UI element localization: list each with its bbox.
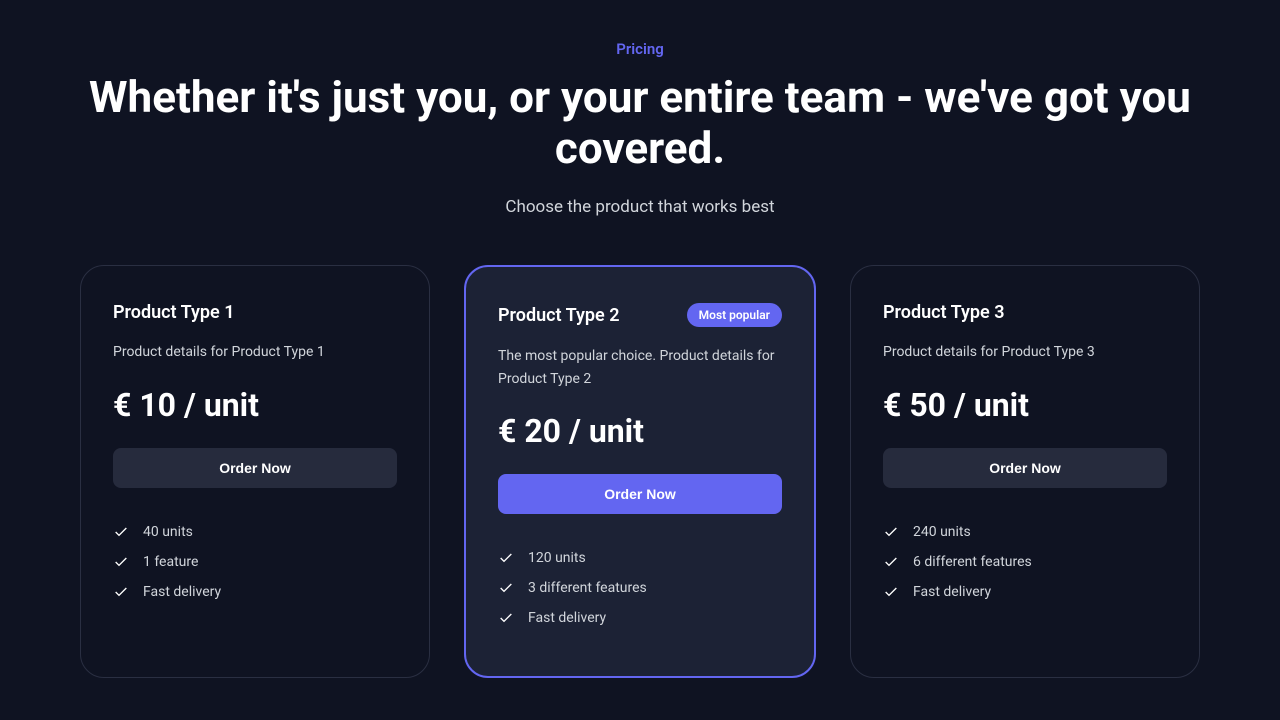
check-icon — [113, 584, 129, 600]
feature-item: Fast delivery — [498, 610, 782, 626]
card-description: Product details for Product Type 1 — [113, 341, 397, 363]
most-popular-badge: Most popular — [687, 303, 782, 327]
feature-list: 40 units 1 feature Fast delivery — [113, 524, 397, 600]
feature-item: 1 feature — [113, 554, 397, 570]
check-icon — [498, 610, 514, 626]
pricing-card-1: Product Type 1 Product details for Produ… — [80, 265, 430, 678]
feature-item: Fast delivery — [883, 584, 1167, 600]
check-icon — [883, 554, 899, 570]
check-icon — [498, 550, 514, 566]
feature-text: 120 units — [528, 550, 586, 566]
order-now-button[interactable]: Order Now — [113, 448, 397, 488]
card-price: € 50 / unit — [883, 386, 1167, 424]
feature-item: Fast delivery — [113, 584, 397, 600]
pricing-eyebrow: Pricing — [80, 40, 1200, 58]
order-now-button[interactable]: Order Now — [498, 474, 782, 514]
feature-item: 240 units — [883, 524, 1167, 540]
page-headline: Whether it's just you, or your entire te… — [80, 72, 1200, 173]
feature-text: Fast delivery — [143, 584, 221, 600]
feature-text: 240 units — [913, 524, 971, 540]
card-price: € 10 / unit — [113, 386, 397, 424]
feature-item: 6 different features — [883, 554, 1167, 570]
pricing-card-2: Product Type 2 Most popular The most pop… — [464, 265, 816, 678]
feature-item: 3 different features — [498, 580, 782, 596]
check-icon — [113, 554, 129, 570]
card-title: Product Type 1 — [113, 302, 235, 323]
order-now-button[interactable]: Order Now — [883, 448, 1167, 488]
card-title: Product Type 2 — [498, 305, 620, 326]
check-icon — [883, 584, 899, 600]
feature-text: 6 different features — [913, 554, 1032, 570]
pricing-card-3: Product Type 3 Product details for Produ… — [850, 265, 1200, 678]
feature-text: 1 feature — [143, 554, 198, 570]
check-icon — [498, 580, 514, 596]
page-subhead: Choose the product that works best — [80, 197, 1200, 217]
card-description: The most popular choice. Product details… — [498, 345, 782, 390]
check-icon — [883, 524, 899, 540]
card-price: € 20 / unit — [498, 412, 782, 450]
feature-list: 240 units 6 different features Fast deli… — [883, 524, 1167, 600]
feature-text: 3 different features — [528, 580, 647, 596]
feature-item: 40 units — [113, 524, 397, 540]
feature-text: 40 units — [143, 524, 193, 540]
feature-list: 120 units 3 different features Fast deli… — [498, 550, 782, 626]
pricing-grid: Product Type 1 Product details for Produ… — [80, 265, 1200, 678]
card-description: Product details for Product Type 3 — [883, 341, 1167, 363]
feature-item: 120 units — [498, 550, 782, 566]
feature-text: Fast delivery — [528, 610, 606, 626]
check-icon — [113, 524, 129, 540]
feature-text: Fast delivery — [913, 584, 991, 600]
card-title: Product Type 3 — [883, 302, 1005, 323]
